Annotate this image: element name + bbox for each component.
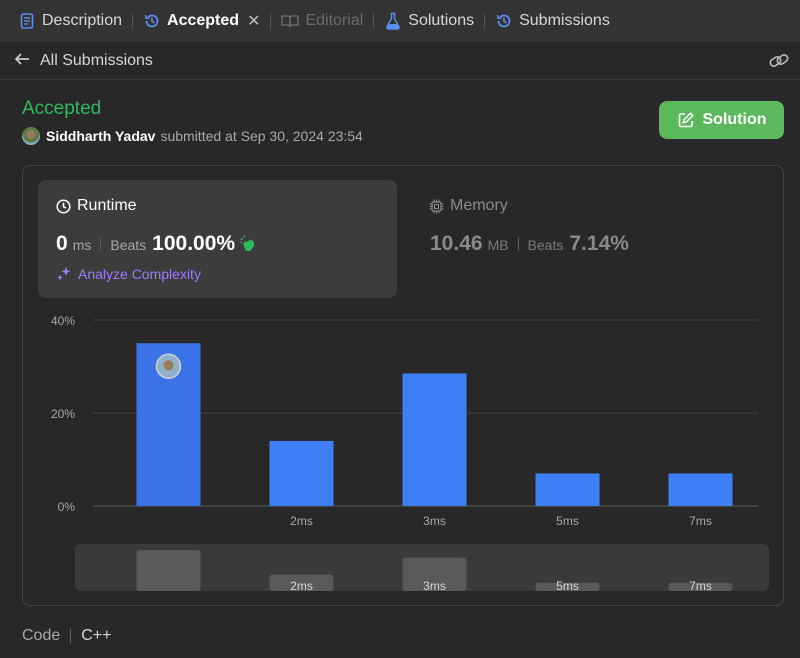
tab-divider [373, 13, 375, 29]
x-tick-label: 5ms [556, 514, 579, 528]
sparkle-icon [56, 266, 72, 282]
avatar-face [163, 360, 174, 371]
chart-bar [668, 473, 733, 506]
tab-description[interactable]: Description [18, 0, 122, 42]
x-tick-label: 2ms [290, 514, 313, 528]
back-arrow-icon[interactable] [14, 50, 30, 71]
x-tick-label: 3ms [423, 514, 446, 528]
y-tick-label: 0% [58, 500, 76, 514]
all-submissions-link[interactable]: All Submissions [40, 52, 153, 70]
memory-metric[interactable]: 10.46 MB Beats 7.14% [430, 232, 629, 256]
code-language: C++ [81, 627, 112, 644]
navigator-tick-label: 2ms [290, 579, 313, 593]
history-icon [143, 12, 161, 30]
memory-beats-label: Beats [527, 237, 564, 253]
tab-divider [270, 13, 272, 29]
tab-editorial[interactable]: Editorial [281, 0, 363, 42]
runtime-beats-label: Beats [110, 237, 147, 253]
tab-accepted-label: Accepted [167, 12, 240, 29]
metric-divider [517, 237, 519, 251]
description-icon [18, 12, 36, 30]
tab-divider [484, 13, 486, 29]
runtime-header: Runtime [56, 197, 137, 215]
close-icon[interactable]: ✕ [247, 11, 260, 31]
solution-button[interactable]: Solution [659, 101, 784, 139]
runtime-value: 0 [56, 232, 68, 255]
navigator-tick-label: 5ms [556, 579, 579, 593]
memory-value: 10.46 [430, 232, 483, 255]
book-icon [281, 12, 300, 30]
memory-beats-value: 7.14% [569, 232, 629, 255]
flask-icon [384, 12, 402, 30]
code-divider [70, 628, 72, 644]
runtime-title: Runtime [77, 197, 137, 214]
x-tick-label: 7ms [689, 514, 712, 528]
y-tick-label: 20% [51, 407, 75, 421]
tab-submissions[interactable]: Submissions [495, 0, 610, 42]
metric-divider [100, 237, 102, 251]
navigator-tick-label: 3ms [423, 579, 446, 593]
submitted-time: submitted at Sep 30, 2024 23:54 [160, 128, 363, 144]
memory-header[interactable]: Memory [429, 197, 508, 215]
performance-card: Runtime 0 ms Beats 100.00% Analyze Compl… [22, 165, 784, 606]
code-label: Code [22, 627, 61, 644]
submissions-header: All Submissions [0, 42, 800, 80]
clap-icon [239, 235, 257, 253]
chart-bar [402, 373, 467, 506]
tab-accepted[interactable]: Accepted ✕ [143, 0, 260, 42]
chip-icon [429, 199, 444, 214]
runtime-panel[interactable]: Runtime 0 ms Beats 100.00% Analyze Compl… [38, 180, 397, 298]
runtime-metric: 0 ms Beats 100.00% [56, 232, 257, 256]
username-link[interactable]: Siddharth Yadav [46, 128, 155, 144]
analyze-complexity-label: Analyze Complexity [78, 266, 201, 282]
memory-title: Memory [450, 197, 508, 214]
tab-editorial-label: Editorial [305, 12, 364, 29]
edit-icon [677, 111, 695, 129]
analyze-complexity-link[interactable]: Analyze Complexity [56, 266, 201, 282]
memory-unit: MB [487, 237, 509, 253]
submission-byline: Siddharth Yadav submitted at Sep 30, 202… [22, 127, 363, 145]
tab-description-label: Description [42, 12, 123, 29]
chart-bar [269, 440, 334, 506]
clock-icon [56, 198, 71, 214]
link-icon[interactable] [768, 51, 790, 76]
runtime-distribution-chart: 40% 20% 0% 2ms 3ms 5ms 7ms 2ms 3ms 5ms 7ms [51, 314, 769, 593]
runtime-unit: ms [72, 237, 92, 253]
avatar[interactable] [22, 127, 40, 145]
history-icon [495, 12, 513, 30]
submission-status: Accepted [22, 98, 102, 119]
navigator-bar [136, 550, 201, 591]
tab-bar: Description Accepted ✕ Editorial Solutio… [0, 0, 800, 42]
tab-solutions-label: Solutions [408, 12, 475, 29]
navigator-tick-label: 7ms [689, 579, 712, 593]
solution-button-label: Solution [702, 111, 767, 128]
tab-solutions[interactable]: Solutions [384, 0, 474, 42]
runtime-beats-value: 100.00% [152, 232, 236, 255]
tab-divider [132, 13, 134, 29]
tab-submissions-label: Submissions [519, 12, 610, 29]
y-tick-label: 40% [51, 314, 75, 328]
chart-bar [535, 473, 600, 506]
code-info: Code C++ [22, 627, 112, 645]
